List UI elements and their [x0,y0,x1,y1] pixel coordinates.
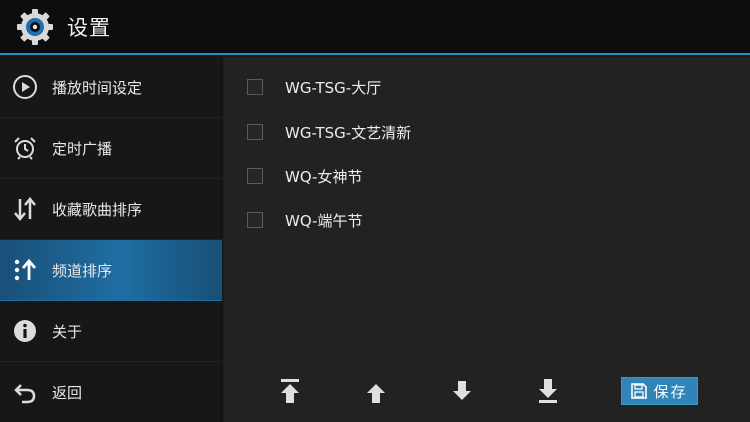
sidebar-item-channel-sort[interactable]: 频道排序 [0,240,222,301]
channel-label: WQ-端午节 [285,211,363,230]
channel-checkbox[interactable] [247,124,263,140]
move-down-button[interactable] [444,373,480,409]
sidebar-item-label: 返回 [52,384,83,402]
move-up-button[interactable] [358,375,394,411]
channel-sort-icon [14,258,37,281]
sidebar-item-label: 关于 [52,322,83,341]
list-item[interactable]: WG-TSG-文艺清新 [224,110,750,154]
title-bar: 设置 [0,0,750,55]
sidebar: 播放时间设定 定时广播 收藏歌曲排序 频道排序 关于 返回 [0,57,222,422]
channel-checkbox[interactable] [247,79,263,95]
alarm-clock-icon [14,137,36,160]
channel-label: WG-TSG-文艺清新 [285,123,412,142]
info-icon [14,320,36,342]
sidebar-item-favorite-sort[interactable]: 收藏歌曲排序 [0,179,222,240]
channel-label: WQ-女神节 [285,167,363,186]
channel-checkbox[interactable] [247,212,263,228]
save-button[interactable]: 保存 [621,377,698,405]
sidebar-item-play-time[interactable]: 播放时间设定 [0,57,222,118]
arrow-up-icon [367,384,385,403]
play-circle-icon [13,75,37,99]
list-item[interactable]: WQ-端午节 [224,198,750,242]
sidebar-item-about[interactable]: 关于 [0,301,222,362]
channel-label: WG-TSG-大厅 [285,78,382,97]
list-item[interactable]: WG-TSG-大厅 [224,65,750,109]
arrow-down-icon [453,381,471,400]
channel-list-panel: WG-TSG-大厅 WG-TSG-文艺清新 WQ-女神节 WQ-端午节 保存 [224,57,750,422]
sidebar-item-label: 收藏歌曲排序 [52,200,143,219]
gear-icon [17,8,53,45]
floppy-disk-icon [631,383,648,399]
move-to-bottom-icon [539,379,557,403]
page-title: 设置 [67,15,111,40]
sidebar-item-label: 频道排序 [52,261,113,280]
channel-checkbox[interactable] [247,168,263,184]
sidebar-item-back[interactable]: 返回 [0,362,222,422]
sort-arrows-icon [14,197,36,221]
move-to-top-button[interactable] [272,373,308,409]
list-item[interactable]: WQ-女神节 [224,154,750,198]
move-to-bottom-button[interactable] [530,373,566,409]
back-arrow-icon [14,383,36,403]
sidebar-item-label: 定时广播 [52,139,113,158]
move-to-top-icon [281,379,299,403]
save-label: 保存 [653,382,688,401]
sidebar-item-label: 播放时间设定 [52,78,143,97]
sidebar-item-timed-broadcast[interactable]: 定时广播 [0,118,222,179]
